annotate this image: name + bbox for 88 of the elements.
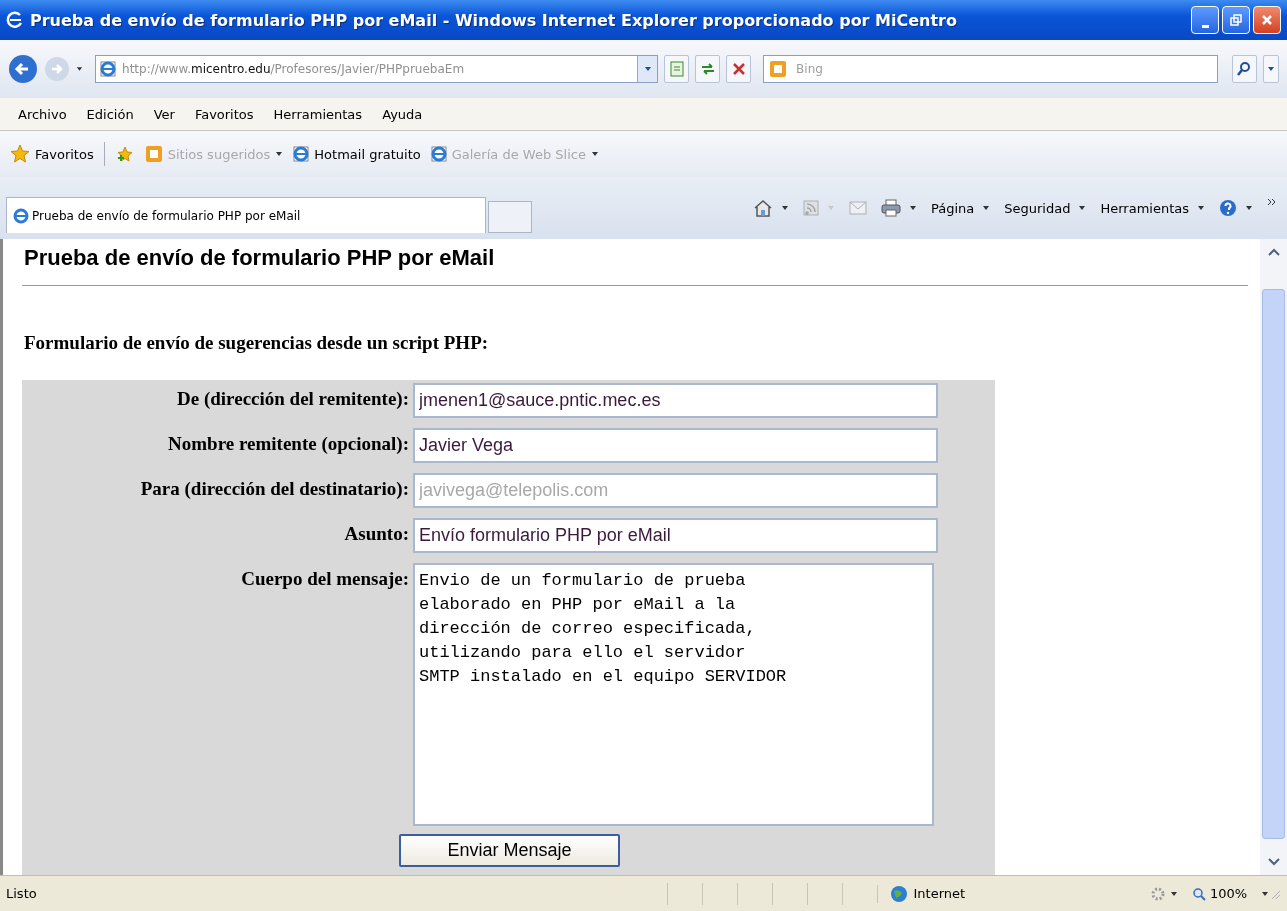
printer-icon [880, 199, 901, 217]
caret-icon [982, 204, 991, 212]
caret-icon [1170, 889, 1178, 898]
caret-icon [780, 204, 789, 212]
feed-icon [802, 200, 819, 216]
caret-icon [908, 204, 917, 212]
field-label: De (dirección del remitente): [176, 387, 409, 410]
house-icon [752, 198, 773, 218]
favorites-button[interactable]: Favoritos [10, 144, 94, 164]
stop-icon [730, 61, 747, 77]
caret-icon [1078, 204, 1087, 212]
help-icon [1219, 199, 1237, 217]
search-field[interactable]: Bing [763, 55, 1219, 83]
menu-item[interactable]: Ayuda [382, 106, 423, 122]
page-heading: Prueba de envío de formulario PHP por eMail [24, 245, 496, 271]
refresh-button[interactable] [695, 55, 721, 83]
message-textarea[interactable]: Envio de un formulario de prueba elaborado en PHP por eMail a la dirección de correo especificada, utilizando para ello el servidor SMTP instalado en el equipo SERVIDOR [413, 563, 934, 826]
page-icon [100, 61, 117, 77]
vertical-scrollbar[interactable] [1260, 239, 1287, 875]
caret-icon [275, 150, 284, 158]
scroll-up-icon [1266, 247, 1281, 257]
caret-icon [1197, 204, 1205, 212]
page-icon [668, 61, 685, 77]
scroll-down-icon [1266, 857, 1281, 867]
field-label: Nombre remitente (opcional): [167, 432, 409, 455]
dropdown-caret-icon[interactable] [76, 65, 84, 73]
favorites-bar-link[interactable]: Hotmail gratuito [293, 146, 421, 162]
caret-icon [644, 65, 652, 73]
globe-icon [889, 884, 908, 903]
home-button[interactable] [752, 198, 789, 218]
refresh-arrows-icon [699, 61, 716, 77]
command-bar-menu[interactable]: Herramientas [1100, 200, 1205, 216]
search-icon [1236, 61, 1253, 77]
page-icon [293, 146, 310, 162]
menu-item[interactable]: Favoritos [194, 106, 254, 122]
caret-icon [826, 204, 835, 212]
more-commands-button[interactable] [1267, 198, 1277, 206]
url-text: http://www.micentro.edu/Profesores/Javier/PHPpruebaEm [122, 62, 466, 76]
close-button[interactable] [1253, 6, 1281, 34]
chevron-icon [1267, 198, 1277, 206]
menu-item[interactable]: Ver [153, 106, 175, 122]
protected-mode-button[interactable] [1150, 885, 1178, 902]
maximize-button[interactable] [1222, 6, 1250, 34]
command-bar-menu[interactable]: Página [930, 200, 991, 216]
menu-item[interactable]: Herramientas [273, 106, 363, 122]
back-button[interactable] [8, 54, 38, 84]
bing-logo-icon [144, 145, 163, 163]
status-text: Listo [6, 886, 38, 901]
bing-logo-icon [769, 60, 788, 78]
submit-button[interactable]: Enviar Mensaje [399, 834, 620, 867]
browser-icon [13, 207, 29, 224]
command-bar-menu[interactable]: Seguridad [1004, 200, 1087, 216]
field-label: Cuerpo del mensaje: [240, 567, 409, 590]
envelope-icon [848, 201, 867, 215]
zoom-button[interactable]: 100% [1192, 886, 1248, 901]
security-zone: Internet [876, 884, 1136, 903]
form-heading: Formulario de envío de sugerencias desde un script PHP: [24, 332, 490, 354]
field-label: Asunto: [343, 522, 409, 545]
browser-tab[interactable]: Prueba de envío de formulario PHP por eMail [6, 197, 486, 233]
minimize-icon [1201, 24, 1209, 28]
text-input[interactable]: Javier Vega [413, 428, 938, 463]
star-icon [10, 144, 30, 164]
caret-icon [590, 150, 599, 158]
search-button[interactable] [1232, 55, 1257, 83]
scrollbar-thumb[interactable] [1262, 289, 1285, 839]
address-field[interactable]: http://www.micentro.edu/Profesores/Javier/PHPpruebaEm [95, 55, 659, 83]
menu-item[interactable]: Archivo [18, 106, 67, 122]
stop-button[interactable] [726, 55, 752, 83]
caret-icon [1261, 889, 1270, 898]
menu-item[interactable]: Edición [86, 106, 134, 122]
magnifier-icon [1192, 886, 1206, 901]
print-button[interactable] [880, 199, 917, 217]
field-label: Para (dirección del destinatario): [139, 477, 409, 500]
caret-icon [1245, 204, 1253, 212]
address-dropdown-button[interactable] [637, 56, 658, 82]
search-options-button[interactable] [1262, 55, 1279, 83]
help-button[interactable] [1219, 199, 1253, 217]
text-input[interactable]: jmenen1@sauce.pntic.mec.es [413, 383, 938, 418]
page-icon [430, 146, 447, 162]
window-title: Prueba de envío de formulario PHP por eMail - Windows Internet Explorer proporcionado por MiCentro [30, 10, 958, 30]
minimize-button[interactable] [1191, 6, 1219, 34]
restore-icon [1230, 14, 1242, 26]
browser-icon [6, 11, 24, 29]
text-input[interactable]: Envío formulario PHP por eMail [413, 518, 938, 553]
zoom-options-button[interactable] [1261, 889, 1270, 898]
close-icon [1261, 14, 1273, 26]
caret-icon [1266, 65, 1275, 73]
text-input[interactable]: javivega@telepolis.com [413, 473, 938, 508]
